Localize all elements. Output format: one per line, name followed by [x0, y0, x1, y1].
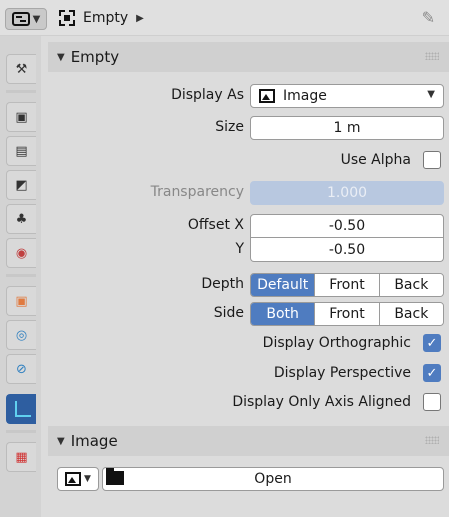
image-icon [65, 472, 82, 486]
properties-header: ▼ Empty ▶ ✎ [0, 0, 449, 36]
depth-label: Depth [201, 276, 244, 292]
drag-handle-icon[interactable] [425, 436, 439, 444]
tab-separator [6, 90, 36, 93]
size-row: Size 1 m [48, 116, 449, 142]
display-only-axis-aligned-checkbox[interactable] [423, 393, 441, 411]
folder-icon [106, 468, 124, 485]
tab-render[interactable]: ▣ [6, 102, 36, 132]
tab-output[interactable]: ▤ [6, 136, 36, 166]
checkmark-icon: ✓ [426, 335, 438, 351]
display-perspective-checkbox[interactable]: ✓ [423, 364, 441, 382]
tab-texture[interactable]: ▦ [6, 442, 36, 472]
empty-object-icon [59, 10, 75, 26]
transparency-label: Transparency [150, 184, 244, 200]
panel-title: Empty [70, 48, 120, 66]
chevron-right-icon: ▶ [136, 12, 144, 24]
display-as-label: Display As [171, 87, 244, 103]
side-option-back[interactable]: Back [378, 303, 443, 325]
offset-y-field[interactable]: -0.50 [250, 238, 444, 262]
breadcrumb-object-name: Empty [83, 10, 129, 26]
tool-icon: ⚒ [15, 61, 28, 77]
breadcrumb: Empty ▶ [59, 8, 144, 28]
drag-handle-icon[interactable] [425, 52, 439, 60]
offset-x-label: Offset X [187, 217, 244, 233]
editor-type-button[interactable]: ▼ [5, 8, 47, 30]
display-as-value: Image [283, 88, 327, 104]
display-orthographic-row: Display Orthographic ✓ [48, 332, 449, 356]
offset-y-row: Y -0.50 [48, 238, 449, 264]
offset-x-field[interactable]: -0.50 [250, 214, 444, 238]
display-as-dropdown[interactable]: Image ▼ [250, 84, 444, 108]
tab-object[interactable]: ▣ [6, 286, 36, 316]
display-orthographic-label: Display Orthographic [262, 335, 411, 351]
world-icon: ◉ [15, 245, 28, 261]
display-orthographic-checkbox[interactable]: ✓ [423, 334, 441, 352]
empty-panel-header[interactable]: ▼ Empty [48, 42, 449, 72]
tab-tool[interactable]: ⚒ [6, 54, 36, 84]
use-alpha-checkbox[interactable] [423, 151, 441, 169]
panel-expanded-icon: ▼ [57, 51, 65, 63]
image-browse-dropdown[interactable]: ▼ [57, 467, 99, 491]
properties-editor-icon [11, 12, 30, 26]
depth-row: Depth Default Front Back [48, 273, 449, 299]
transparency-field[interactable]: 1.000 [250, 181, 444, 205]
depth-option-default[interactable]: Default [251, 274, 315, 296]
side-segmented-control: Both Front Back [250, 302, 444, 326]
side-option-both[interactable]: Both [251, 303, 315, 325]
image-panel-header[interactable]: ▼ Image [48, 426, 449, 456]
side-label: Side [213, 305, 244, 321]
tab-world[interactable]: ◉ [6, 238, 36, 268]
tab-separator [6, 274, 36, 277]
depth-option-front[interactable]: Front [314, 274, 379, 296]
display-perspective-row: Display Perspective ✓ [48, 362, 449, 386]
tab-object-data[interactable] [6, 394, 36, 424]
output-icon: ▤ [15, 143, 28, 159]
chevron-down-icon: ▼ [427, 89, 435, 100]
open-image-button[interactable]: Open [102, 467, 444, 491]
image-open-row: ▼ Open [48, 467, 449, 491]
tab-physics[interactable]: ◎ [6, 320, 36, 350]
size-field[interactable]: 1 m [250, 116, 444, 140]
properties-tab-bar: ⚒ ▣ ▤ ◩ ♣ ◉ ▣ ◎ ⊘ ▦ [0, 36, 41, 517]
offset-y-label: Y [235, 241, 244, 257]
panel-title: Image [70, 432, 118, 450]
offset-x-row: Offset X -0.50 [48, 214, 449, 240]
constraints-icon: ⊘ [16, 361, 27, 377]
side-row: Side Both Front Back [48, 302, 449, 328]
physics-icon: ◎ [15, 327, 28, 343]
display-only-axis-aligned-row: Display Only Axis Aligned [48, 391, 449, 415]
object-icon: ▣ [15, 293, 28, 309]
size-label: Size [215, 119, 244, 135]
panel-expanded-icon: ▼ [57, 435, 65, 447]
depth-option-back[interactable]: Back [378, 274, 443, 296]
side-option-front[interactable]: Front [314, 303, 379, 325]
scene-icon: ♣ [15, 211, 28, 227]
chevron-down-icon: ▼ [84, 474, 91, 484]
use-alpha-label: Use Alpha [340, 152, 411, 168]
tab-scene[interactable]: ♣ [6, 204, 36, 234]
depth-segmented-control: Default Front Back [250, 273, 444, 297]
view-layer-icon: ◩ [15, 177, 28, 193]
image-icon [259, 89, 275, 103]
display-as-row: Display As Image ▼ [48, 84, 449, 110]
transparency-row: Transparency 1.000 [48, 181, 449, 207]
tab-separator [6, 430, 36, 433]
tab-constraints[interactable]: ⊘ [6, 354, 36, 384]
pin-icon[interactable]: ✎ [422, 8, 435, 27]
display-perspective-label: Display Perspective [273, 365, 411, 381]
open-image-label: Open [254, 471, 292, 487]
tab-view-layer[interactable]: ◩ [6, 170, 36, 200]
display-only-axis-aligned-label: Display Only Axis Aligned [232, 394, 411, 410]
use-alpha-row: Use Alpha [48, 149, 449, 173]
checkmark-icon: ✓ [426, 365, 438, 381]
texture-icon: ▦ [15, 449, 28, 465]
render-icon: ▣ [15, 109, 28, 125]
chevron-down-icon: ▼ [32, 13, 41, 25]
